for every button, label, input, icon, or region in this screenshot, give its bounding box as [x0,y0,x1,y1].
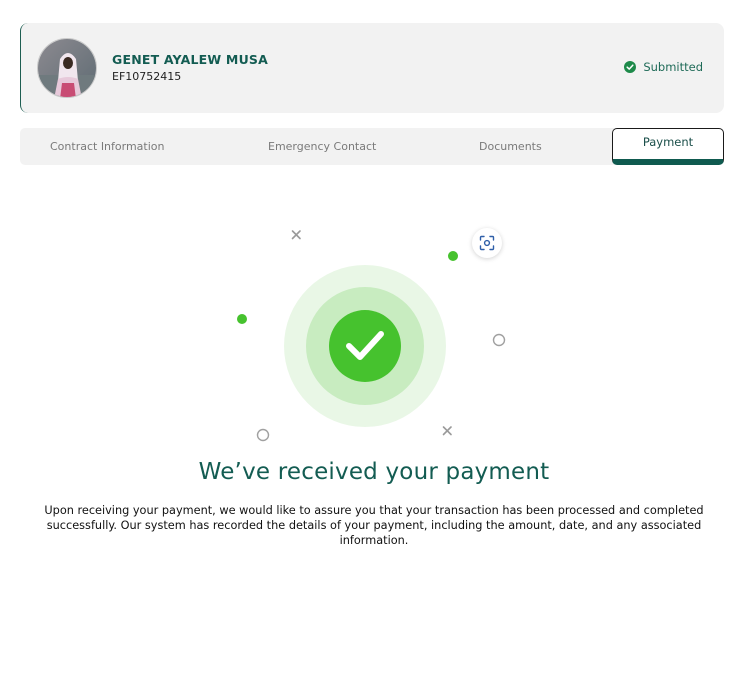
tab-payment[interactable]: Payment [612,128,724,165]
tab-documents[interactable]: Documents [479,128,542,165]
tab-bar: Contract Information Emergency Contact D… [20,128,724,165]
check-circle-icon [624,61,637,73]
close-icon [442,426,452,436]
avatar [37,38,97,98]
decor-ring [492,333,506,347]
success-circle [329,310,401,382]
decor-dot [448,251,458,261]
profile-card: GENET AYALEW MUSA EF10752415 Submitted [20,23,724,113]
check-icon [346,331,384,360]
person-id: EF10752415 [112,70,182,83]
scan-button[interactable] [472,228,502,258]
status-label: Submitted [643,60,703,74]
decor-ring [256,428,270,442]
scan-icon [479,235,495,251]
payment-message: Upon receiving your payment, we would li… [44,504,704,547]
success-ring-outer [284,265,446,427]
close-icon [291,230,301,240]
status-badge: Submitted [624,60,703,74]
payment-page: GENET AYALEW MUSA EF10752415 Submitted C… [0,0,748,697]
tab-contract-information[interactable]: Contract Information [50,128,165,165]
payment-title: We’ve received your payment [198,459,550,485]
decor-dot [237,314,247,324]
success-ring-inner [306,287,424,405]
tab-emergency-contact[interactable]: Emergency Contact [268,128,376,165]
person-name: GENET AYALEW MUSA [112,52,268,67]
